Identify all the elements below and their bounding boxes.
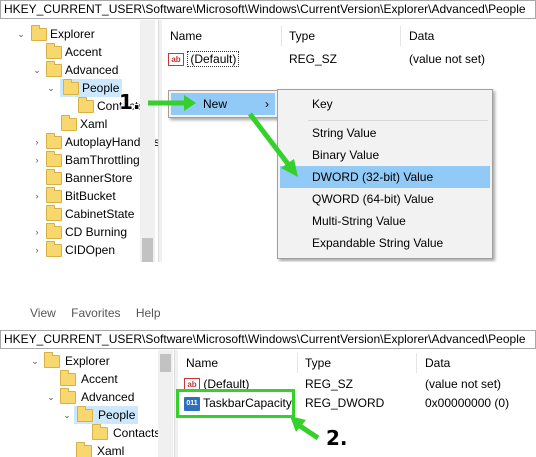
panel-gap [0,262,536,308]
step-label-1: 1. [119,90,141,114]
arrowhead [184,95,196,111]
arrow-to-dword [248,112,290,166]
bottom-registry-editor: View Favorites Help HKEY_CURRENT_USER\So… [0,308,536,457]
annotation-arrows [148,95,298,177]
annotation-arrows [290,416,320,441]
top-registry-editor: HKEY_CURRENT_USER\Software\Microsoft\Win… [0,0,536,262]
step-label-2: 2. [326,426,348,450]
